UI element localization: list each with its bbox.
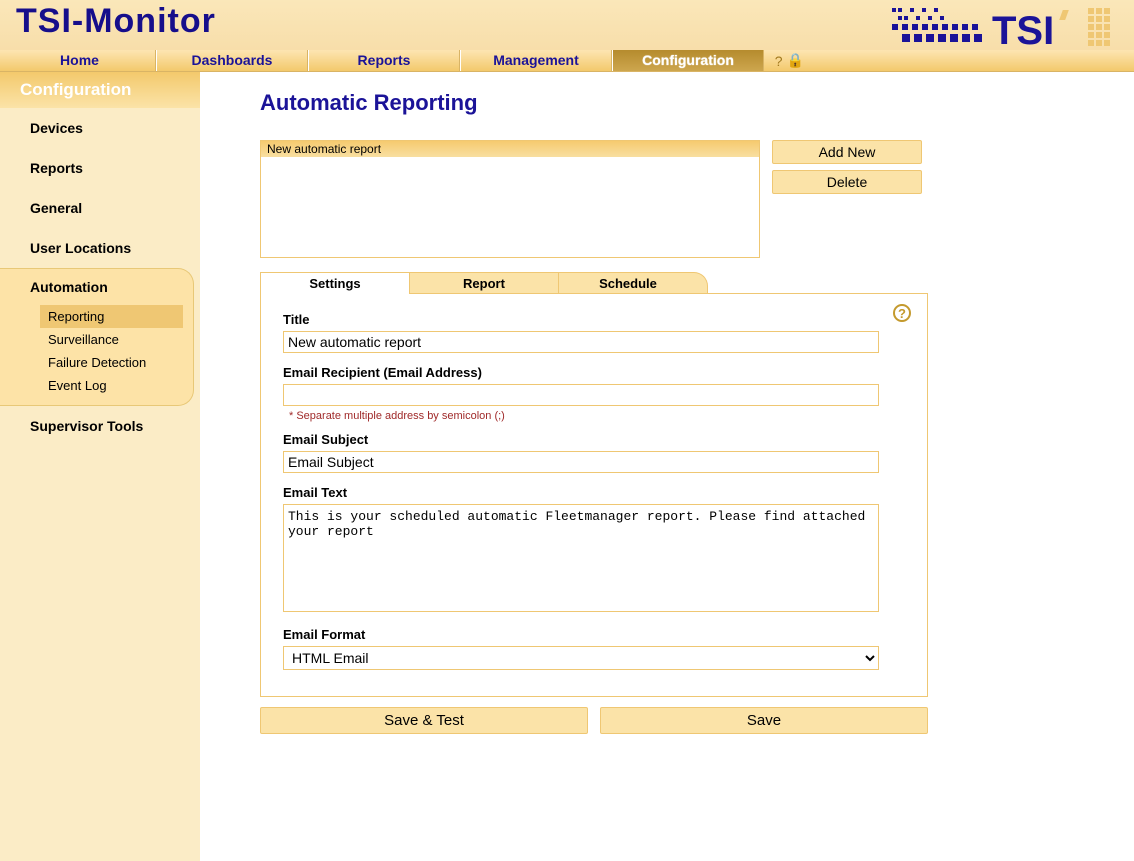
sidebar-item-supervisor-tools[interactable]: Supervisor Tools: [0, 406, 200, 446]
sidebar-title: Configuration: [0, 72, 200, 108]
app-title: TSI-Monitor: [16, 2, 216, 41]
brand-logo: TSI: [892, 4, 1122, 50]
help-icon[interactable]: ?: [775, 53, 783, 69]
panel-help-icon[interactable]: ?: [893, 304, 911, 322]
title-label: Title: [283, 312, 905, 327]
sidebar-subitem-reporting[interactable]: Reporting: [40, 305, 183, 328]
sidebar-subitem-event-log[interactable]: Event Log: [40, 374, 183, 397]
header-bar: TSI-Monitor TSI: [0, 0, 1134, 50]
sidebar-subitem-surveillance[interactable]: Surveillance: [40, 328, 183, 351]
top-nav: HomeDashboardsReportsManagementConfigura…: [0, 50, 1134, 72]
main-content: Automatic Reporting New automatic report…: [200, 72, 1134, 861]
sidebar-item-devices[interactable]: Devices: [0, 108, 200, 148]
tab-schedule[interactable]: Schedule: [558, 272, 708, 294]
save-button[interactable]: Save: [600, 707, 928, 734]
tab-report[interactable]: Report: [409, 272, 559, 294]
subject-input[interactable]: [283, 451, 879, 473]
lock-icon[interactable]: 🔒: [787, 52, 804, 69]
report-list[interactable]: New automatic report: [260, 140, 760, 258]
nav-item-reports[interactable]: Reports: [308, 50, 460, 71]
tab-settings[interactable]: Settings: [260, 272, 410, 294]
settings-panel: ? Title Email Recipient (Email Address) …: [260, 293, 928, 697]
page-title: Automatic Reporting: [260, 90, 1098, 116]
save-test-button[interactable]: Save & Test: [260, 707, 588, 734]
sidebar-subitem-failure-detection[interactable]: Failure Detection: [40, 351, 183, 374]
delete-button[interactable]: Delete: [772, 170, 922, 194]
title-input[interactable]: [283, 331, 879, 353]
format-select[interactable]: HTML Email: [283, 646, 879, 670]
nav-item-management[interactable]: Management: [460, 50, 612, 71]
sidebar-item-reports[interactable]: Reports: [0, 148, 200, 188]
sidebar: Configuration DevicesReportsGeneralUser …: [0, 72, 200, 861]
add-new-button[interactable]: Add New: [772, 140, 922, 164]
sidebar-item-user-locations[interactable]: User Locations: [0, 228, 200, 268]
text-label: Email Text: [283, 485, 905, 500]
report-list-item[interactable]: New automatic report: [261, 141, 759, 157]
recipient-input[interactable]: [283, 384, 879, 406]
recipient-hint: * Separate multiple address by semicolon…: [289, 410, 905, 422]
subject-label: Email Subject: [283, 432, 905, 447]
nav-item-dashboards[interactable]: Dashboards: [156, 50, 308, 71]
svg-text:TSI: TSI: [992, 9, 1054, 50]
nav-item-home[interactable]: Home: [4, 50, 156, 71]
sidebar-item-general[interactable]: General: [0, 188, 200, 228]
recipient-label: Email Recipient (Email Address): [283, 365, 905, 380]
text-textarea[interactable]: [283, 504, 879, 612]
format-label: Email Format: [283, 627, 905, 642]
sidebar-item-automation[interactable]: Automation: [0, 269, 193, 305]
nav-item-configuration[interactable]: Configuration: [612, 50, 764, 71]
